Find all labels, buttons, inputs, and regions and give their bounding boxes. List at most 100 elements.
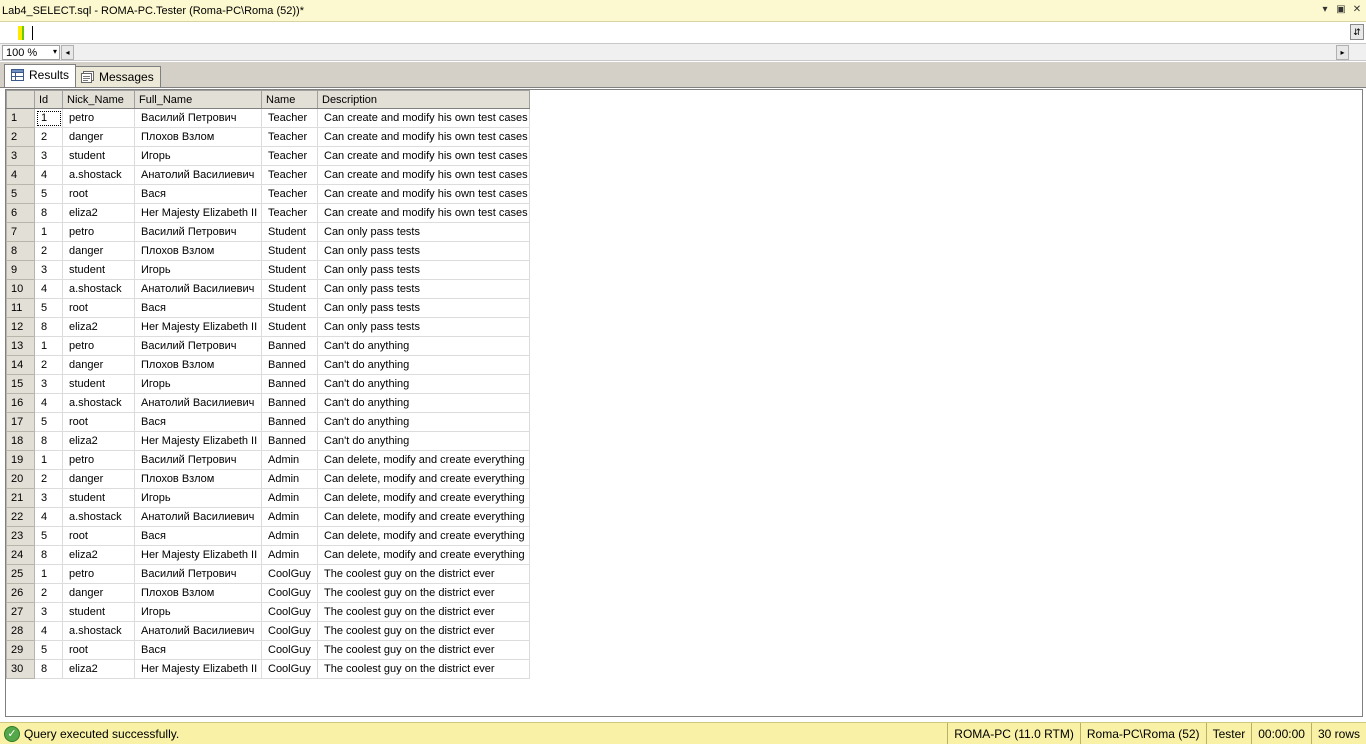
column-header-description[interactable]: Description — [317, 90, 530, 109]
grid-cell[interactable]: eliza2 — [62, 203, 135, 223]
row-number[interactable]: 8 — [6, 241, 35, 261]
grid-cell[interactable]: Анатолий Василиевич — [134, 165, 262, 185]
row-number[interactable]: 10 — [6, 279, 35, 299]
grid-cell[interactable]: CoolGuy — [261, 564, 318, 584]
results-grid[interactable]: Id Nick_Name Full_Name Name Description … — [6, 90, 530, 679]
grid-cell[interactable]: petro — [62, 222, 135, 242]
grid-cell[interactable]: petro — [62, 564, 135, 584]
table-row[interactable]: 13 1 petro Василий Петрович Banned Can't do a… — [6, 336, 530, 356]
table-row[interactable]: 18 8 eliza2 Her Majesty Elizabeth II Banned C… — [6, 431, 530, 451]
grid-cell[interactable]: Banned — [261, 412, 318, 432]
table-row[interactable]: 2 2 danger Плохов Взлом Teacher Can create an… — [6, 127, 530, 147]
grid-cell[interactable]: Плохов Взлом — [134, 583, 262, 603]
row-number[interactable]: 16 — [6, 393, 35, 413]
grid-cell[interactable]: Can create and modify his own test cases — [317, 127, 530, 147]
grid-cell[interactable]: student — [62, 146, 135, 166]
grid-cell[interactable]: 3 — [34, 374, 63, 394]
row-number[interactable]: 3 — [6, 146, 35, 166]
grid-cell[interactable]: Can only pass tests — [317, 317, 530, 337]
grid-cell[interactable]: Her Majesty Elizabeth II — [134, 431, 262, 451]
grid-cell[interactable]: Вася — [134, 526, 262, 546]
row-number[interactable]: 21 — [6, 488, 35, 508]
grid-cell[interactable]: a.shostack — [62, 165, 135, 185]
grid-cell[interactable]: petro — [62, 336, 135, 356]
table-row[interactable]: 25 1 petro Василий Петрович CoolGuy The coole… — [6, 564, 530, 584]
grid-cell[interactable]: Вася — [134, 184, 262, 204]
grid-cell[interactable]: The coolest guy on the district ever — [317, 640, 530, 660]
grid-cell[interactable]: Her Majesty Elizabeth II — [134, 659, 262, 679]
grid-cell[interactable]: Can create and modify his own test cases — [317, 108, 530, 128]
row-number[interactable]: 5 — [6, 184, 35, 204]
grid-cell[interactable]: Can only pass tests — [317, 222, 530, 242]
grid-cell[interactable]: Can't do anything — [317, 431, 530, 451]
table-row[interactable]: 5 5 root Вася Teacher Can create and modify h… — [6, 184, 530, 204]
grid-cell[interactable]: Can create and modify his own test cases — [317, 184, 530, 204]
grid-corner[interactable] — [6, 90, 35, 109]
query-editor[interactable]: ⇵ — [0, 22, 1366, 44]
grid-cell[interactable]: 1 — [34, 222, 63, 242]
grid-cell[interactable]: root — [62, 298, 135, 318]
grid-cell[interactable]: 5 — [34, 526, 63, 546]
grid-cell[interactable]: 1 — [34, 108, 63, 128]
grid-cell[interactable]: Student — [261, 260, 318, 280]
grid-cell[interactable]: Василий Петрович — [134, 336, 262, 356]
table-row[interactable]: 14 2 danger Плохов Взлом Banned Can't do anyt… — [6, 355, 530, 375]
grid-cell[interactable]: Игорь — [134, 374, 262, 394]
row-number[interactable]: 18 — [6, 431, 35, 451]
grid-cell[interactable]: Игорь — [134, 146, 262, 166]
grid-cell[interactable]: a.shostack — [62, 507, 135, 527]
grid-cell[interactable]: 8 — [34, 317, 63, 337]
grid-cell[interactable]: Can only pass tests — [317, 279, 530, 299]
grid-cell[interactable]: eliza2 — [62, 431, 135, 451]
row-number[interactable]: 29 — [6, 640, 35, 660]
grid-cell[interactable]: Can't do anything — [317, 374, 530, 394]
grid-cell[interactable]: Плохов Взлом — [134, 127, 262, 147]
grid-cell[interactable]: Can only pass tests — [317, 241, 530, 261]
grid-cell[interactable]: Admin — [261, 450, 318, 470]
grid-cell[interactable]: Плохов Взлом — [134, 355, 262, 375]
table-row[interactable]: 16 4 a.shostack Анатолий Василиевич Banned Ca… — [6, 393, 530, 413]
grid-cell[interactable]: Teacher — [261, 127, 318, 147]
row-number[interactable]: 20 — [6, 469, 35, 489]
grid-cell[interactable]: Admin — [261, 469, 318, 489]
grid-cell[interactable]: Василий Петрович — [134, 108, 262, 128]
grid-cell[interactable]: Teacher — [261, 203, 318, 223]
tab-messages[interactable]: Messages — [74, 66, 161, 87]
grid-cell[interactable]: Василий Петрович — [134, 564, 262, 584]
scroll-left-icon[interactable]: ◂ — [61, 45, 74, 60]
grid-cell[interactable]: eliza2 — [62, 545, 135, 565]
table-row[interactable]: 17 5 root Вася Banned Can't do anything — [6, 412, 530, 432]
table-row[interactable]: 8 2 danger Плохов Взлом Student Can only pass… — [6, 241, 530, 261]
grid-cell[interactable]: 2 — [34, 469, 63, 489]
row-number[interactable]: 4 — [6, 165, 35, 185]
grid-cell[interactable]: Василий Петрович — [134, 222, 262, 242]
row-number[interactable]: 28 — [6, 621, 35, 641]
grid-cell[interactable]: CoolGuy — [261, 602, 318, 622]
grid-cell[interactable]: danger — [62, 127, 135, 147]
grid-cell[interactable]: 8 — [34, 545, 63, 565]
grid-cell[interactable]: Student — [261, 222, 318, 242]
row-number[interactable]: 17 — [6, 412, 35, 432]
grid-cell[interactable]: root — [62, 526, 135, 546]
row-number[interactable]: 13 — [6, 336, 35, 356]
row-number[interactable]: 25 — [6, 564, 35, 584]
table-row[interactable]: 4 4 a.shostack Анатолий Василиевич Teacher Ca… — [6, 165, 530, 185]
grid-cell[interactable]: Banned — [261, 374, 318, 394]
restore-icon[interactable]: ▣ — [1334, 3, 1348, 17]
column-header-nick-name[interactable]: Nick_Name — [62, 90, 135, 109]
grid-cell[interactable]: danger — [62, 583, 135, 603]
grid-cell[interactable]: student — [62, 374, 135, 394]
grid-cell[interactable]: root — [62, 412, 135, 432]
grid-cell[interactable]: Василий Петрович — [134, 450, 262, 470]
grid-cell[interactable]: Can delete, modify and create everything — [317, 488, 530, 508]
grid-cell[interactable]: Can only pass tests — [317, 298, 530, 318]
table-row[interactable]: 7 1 petro Василий Петрович Student Can only p… — [6, 222, 530, 242]
row-number[interactable]: 27 — [6, 602, 35, 622]
grid-cell[interactable]: Teacher — [261, 184, 318, 204]
grid-cell[interactable]: Can delete, modify and create everything — [317, 507, 530, 527]
grid-cell[interactable]: 1 — [34, 564, 63, 584]
row-number[interactable]: 19 — [6, 450, 35, 470]
grid-cell[interactable]: Teacher — [261, 146, 318, 166]
grid-cell[interactable]: Can't do anything — [317, 336, 530, 356]
grid-cell[interactable]: danger — [62, 355, 135, 375]
